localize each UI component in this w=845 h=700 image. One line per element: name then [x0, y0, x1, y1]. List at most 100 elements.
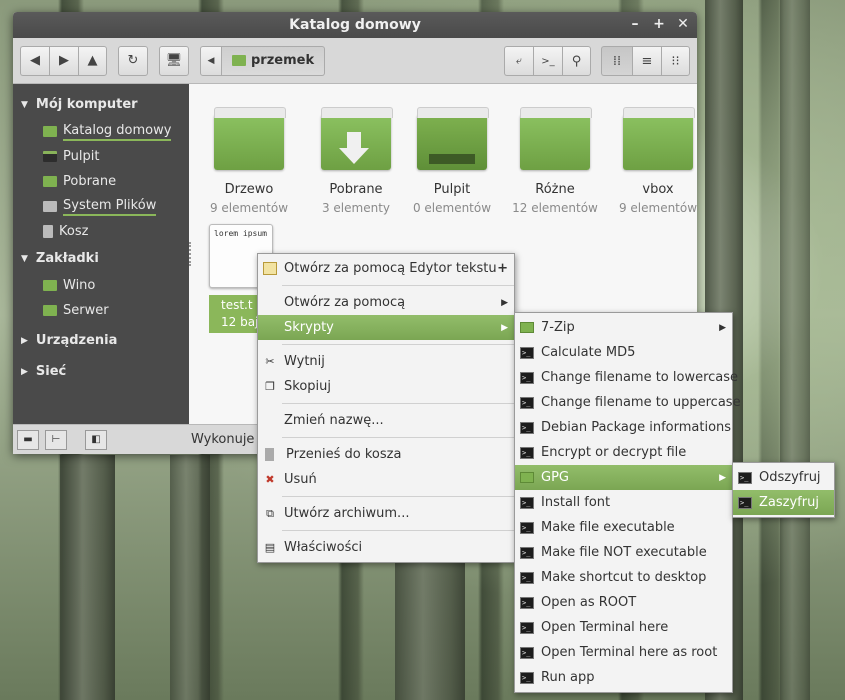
terminal-icon: >_ — [520, 596, 534, 609]
sidebar-resize-handle[interactable] — [189, 242, 192, 266]
menu-separator — [282, 285, 514, 286]
folder-icon — [623, 107, 695, 170]
list-view-button[interactable]: ≡ — [632, 46, 661, 76]
window-title: Katalog domowy — [289, 17, 421, 33]
arrow-right-icon: ▶ — [59, 53, 69, 68]
minimize-icon[interactable]: – — [629, 16, 641, 32]
terminal-icon: >_ — [520, 521, 534, 534]
folder-item[interactable]: Pulpit 0 elementów — [402, 107, 502, 215]
properties-icon: ▤ — [264, 541, 276, 554]
folder-item[interactable]: Pobrane 3 elementy — [306, 107, 406, 215]
drive-icon — [43, 201, 57, 212]
toggle-location-button[interactable]: ⤶ — [504, 46, 533, 76]
gpg-encrypt[interactable]: >_ Zaszyfruj — [733, 490, 834, 515]
script-gpg[interactable]: GPG ▶ — [515, 465, 732, 490]
sidebar-item-home[interactable]: Katalog domowy — [13, 119, 189, 144]
archive-icon: ⧉ — [266, 506, 274, 520]
sidebar-section-computer[interactable]: ▼ Mój komputer — [13, 90, 189, 119]
sidebar-item-downloads[interactable]: Pobrane — [13, 169, 189, 194]
tree-toggle-button[interactable]: ⊢ — [45, 429, 67, 450]
context-menu: Otwórz za pomocą Edytor tekstu + Otwórz z… — [257, 253, 515, 563]
toolbar: ◀ ▶ ▲ ↻ 🖥 ◀ przemek ⤶ >_ ⚲ ⁞⁞ ≡ ⁝⁝ — [13, 38, 697, 84]
title-bar[interactable]: Katalog domowy – + ✕ — [13, 12, 697, 38]
script-lowercase[interactable]: >_ Change filename to lowercase — [515, 365, 738, 390]
menu-scripts[interactable]: Skrypty ▶ — [258, 315, 514, 340]
hide-sidebar-button[interactable]: ◧ — [85, 429, 107, 450]
menu-copy[interactable]: ❐ Skopiuj — [258, 374, 514, 399]
search-button[interactable]: ⚲ — [562, 46, 591, 76]
terminal-icon: >_ — [520, 421, 534, 434]
menu-delete[interactable]: ✖ Usuń — [258, 467, 514, 492]
sidebar-icon: ◧ — [91, 434, 101, 445]
folder-icon — [520, 107, 592, 170]
script-run-app[interactable]: >_ Run app — [515, 665, 732, 690]
folder-item[interactable]: vbox 9 elementów — [608, 107, 697, 215]
sidebar-item-trash[interactable]: Kosz — [13, 219, 189, 244]
menu-move-to-trash[interactable]: Przenieś do kosza — [258, 442, 514, 467]
trash-icon — [43, 225, 53, 238]
sidebar-item-serwer[interactable]: Serwer — [13, 298, 189, 323]
terminal-icon: >_ — [520, 346, 534, 359]
reload-button[interactable]: ↻ — [118, 45, 148, 76]
up-button[interactable]: ▲ — [78, 45, 107, 76]
folder-icon — [43, 305, 57, 316]
menu-open-with-editor[interactable]: Otwórz za pomocą Edytor tekstu + — [258, 256, 514, 281]
terminal-icon: >_ — [520, 571, 534, 584]
list-icon: ≡ — [641, 53, 653, 69]
terminal-icon: >_ — [520, 546, 534, 559]
chevron-right-icon: ▶ — [719, 322, 726, 333]
places-toggle-button[interactable]: ▬ — [17, 429, 39, 450]
location-label: przemek — [251, 53, 315, 68]
script-7zip[interactable]: 7-Zip ▶ — [515, 315, 732, 340]
script-uppercase[interactable]: >_ Change filename to uppercase — [515, 390, 741, 415]
script-open-terminal-root[interactable]: >_ Open Terminal here as root — [515, 640, 732, 665]
folder-icon — [214, 107, 286, 170]
terminal-button[interactable]: >_ — [533, 46, 562, 76]
back-button[interactable]: ◀ — [20, 45, 49, 76]
location-button[interactable]: przemek — [222, 45, 326, 76]
script-encrypt[interactable]: >_ Encrypt or decrypt file — [515, 440, 732, 465]
forward-button[interactable]: ▶ — [49, 45, 78, 76]
sidebar-section-network[interactable]: ▶ Sieć — [13, 357, 189, 386]
sidebar: ▼ Mój komputer Katalog domowy Pulpit Pobr… — [13, 84, 189, 424]
menu-separator — [282, 437, 514, 438]
icon-view-button[interactable]: ⁞⁞ — [601, 46, 632, 76]
script-install-font[interactable]: >_ Install font — [515, 490, 732, 515]
sidebar-item-wino[interactable]: Wino — [13, 273, 189, 298]
script-debian-info[interactable]: >_ Debian Package informations — [515, 415, 732, 440]
computer-button[interactable]: 🖥 — [159, 45, 189, 76]
gpg-decrypt[interactable]: >_ Odszyfruj — [733, 465, 834, 490]
menu-open-with[interactable]: Otwórz za pomocą ▶ — [258, 290, 514, 315]
arrow-up-icon: ▲ — [87, 53, 98, 68]
menu-create-archive[interactable]: ⧉ Utwórz archiwum... — [258, 501, 514, 526]
script-shortcut[interactable]: >_ Make shortcut to desktop — [515, 565, 732, 590]
script-make-executable[interactable]: >_ Make file executable — [515, 515, 732, 540]
arrow-left-icon: ◀ — [30, 53, 40, 68]
sidebar-section-bookmarks[interactable]: ▼ Zakładki — [13, 244, 189, 273]
location-back-button[interactable]: ◀ — [200, 45, 222, 76]
terminal-icon: >_ — [520, 371, 534, 384]
menu-cut[interactable]: ✂ Wytnij — [258, 349, 514, 374]
scripts-submenu: 7-Zip ▶ >_ Calculate MD5 >_ Change filename… — [514, 312, 741, 693]
maximize-icon[interactable]: + — [653, 16, 665, 32]
sidebar-item-filesystem[interactable]: System Plików — [13, 194, 189, 219]
folder-item[interactable]: Drzewo 9 elementów — [199, 107, 299, 215]
delete-icon: ✖ — [265, 473, 275, 486]
menu-properties[interactable]: ▤ Właściwości — [258, 535, 514, 560]
script-make-not-executable[interactable]: >_ Make file NOT executable — [515, 540, 732, 565]
text-editor-icon — [263, 262, 277, 275]
close-icon[interactable]: ✕ — [677, 16, 689, 32]
script-open-terminal[interactable]: >_ Open Terminal here — [515, 615, 732, 640]
menu-rename[interactable]: Zmień nazwę... — [258, 408, 514, 433]
downloads-folder-icon — [43, 176, 57, 187]
reload-icon: ↻ — [127, 53, 139, 68]
folder-item[interactable]: Różne 12 elementów — [505, 107, 605, 215]
terminal-icon: >_ — [520, 621, 534, 634]
sidebar-section-devices[interactable]: ▶ Urządzenia — [13, 326, 189, 355]
script-open-root[interactable]: >_ Open as ROOT — [515, 590, 732, 615]
compact-view-button[interactable]: ⁝⁝ — [661, 46, 690, 76]
script-calculate-md5[interactable]: >_ Calculate MD5 — [515, 340, 732, 365]
location-toggle-icon: ⤶ — [515, 54, 523, 67]
tree-icon: ⊢ — [51, 434, 61, 445]
sidebar-item-desktop[interactable]: Pulpit — [13, 144, 189, 169]
